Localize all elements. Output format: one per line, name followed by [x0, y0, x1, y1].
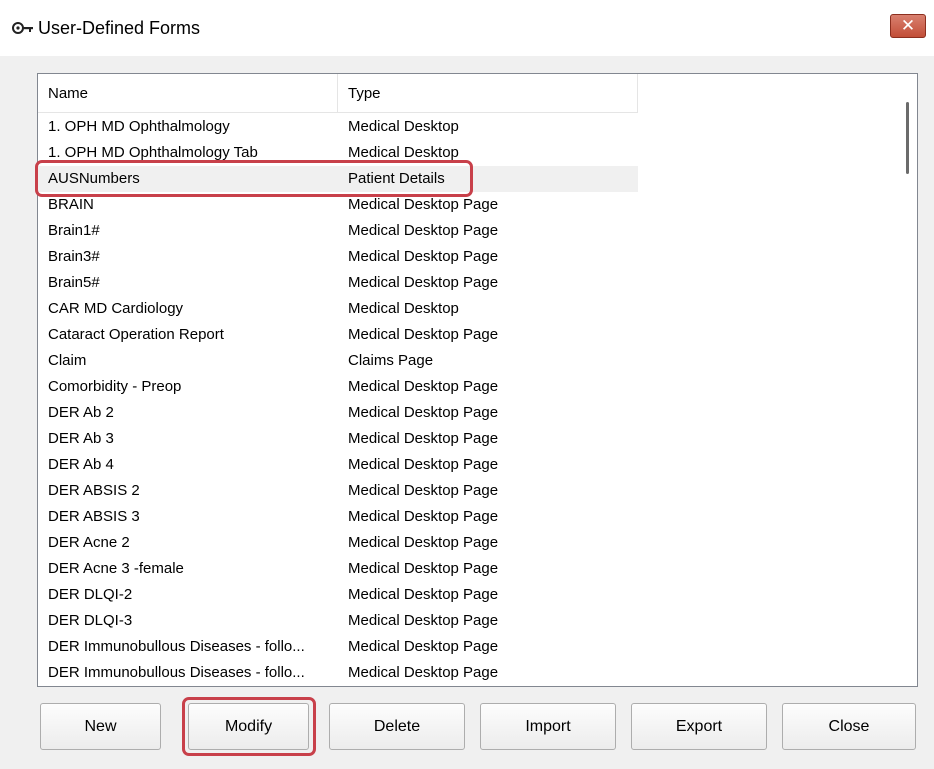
delete-button[interactable]: Delete: [329, 703, 465, 750]
row-name: Brain3#: [48, 248, 100, 265]
row-type: Medical Desktop Page: [348, 586, 499, 603]
row-type: Claims Page: [348, 352, 434, 369]
row-type: Medical Desktop Page: [348, 508, 499, 525]
list-header: Name Type: [38, 74, 638, 113]
row-type: Medical Desktop Page: [348, 248, 499, 265]
table-row[interactable]: DER Immunobullous Diseases - follo... Med…: [38, 660, 638, 686]
close-button[interactable]: Close: [782, 703, 916, 750]
row-type: Medical Desktop Page: [348, 638, 499, 655]
row-name: DER Immunobullous Diseases - follo...: [48, 638, 305, 655]
row-type: Medical Desktop Page: [348, 456, 499, 473]
column-header-name[interactable]: Name: [38, 74, 338, 112]
row-name: DER Acne 2: [48, 534, 130, 551]
table-row[interactable]: AUSNumbers Patient Details: [38, 166, 638, 192]
title-bar[interactable]: User-Defined Forms ✕: [0, 0, 934, 56]
import-button[interactable]: Import: [480, 703, 616, 750]
row-type: Medical Desktop Page: [348, 326, 499, 343]
table-row[interactable]: Comorbidity - Preop Medical Desktop Page: [38, 374, 638, 400]
row-name: DER Acne 3 -female: [48, 560, 184, 577]
table-row[interactable]: Brain1# Medical Desktop Page: [38, 218, 638, 244]
new-button[interactable]: New: [40, 703, 161, 750]
row-name: Comorbidity - Preop: [48, 378, 182, 395]
row-type: Medical Desktop Page: [348, 482, 499, 499]
table-row[interactable]: 1. OPH MD Ophthalmology Medical Desktop: [38, 114, 638, 140]
table-row[interactable]: Brain5# Medical Desktop Page: [38, 270, 638, 296]
row-name: Brain1#: [48, 222, 100, 239]
table-row[interactable]: DER Ab 3 Medical Desktop Page: [38, 426, 638, 452]
table-row[interactable]: DER Ab 4 Medical Desktop Page: [38, 452, 638, 478]
row-type: Medical Desktop: [348, 300, 459, 317]
table-row[interactable]: 1. OPH MD Ophthalmology Tab Medical Deskt…: [38, 140, 638, 166]
table-row[interactable]: Brain3# Medical Desktop Page: [38, 244, 638, 270]
window-close-button[interactable]: ✕: [890, 14, 926, 38]
row-type: Medical Desktop Page: [348, 612, 499, 629]
row-name: Cataract Operation Report: [48, 326, 224, 343]
row-type: Medical Desktop Page: [348, 274, 499, 291]
table-row[interactable]: CAR MD Cardiology Medical Desktop: [38, 296, 638, 322]
user-defined-forms-dialog: User-Defined Forms ✕ Name Type 1. OPH MD…: [0, 0, 934, 769]
row-type: Medical Desktop Page: [348, 664, 499, 681]
row-type: Medical Desktop Page: [348, 222, 499, 239]
column-header-type[interactable]: Type: [338, 74, 638, 112]
export-button[interactable]: Export: [631, 703, 767, 750]
vertical-scrollbar[interactable]: [898, 74, 917, 686]
row-name: Claim: [48, 352, 87, 369]
close-icon: ✕: [900, 16, 916, 36]
row-name: CAR MD Cardiology: [48, 300, 184, 317]
row-type: Patient Details: [348, 170, 445, 187]
table-row[interactable]: DER Ab 2 Medical Desktop Page: [38, 400, 638, 426]
row-name: DER DLQI-3: [48, 612, 133, 629]
window-title: User-Defined Forms: [38, 18, 201, 38]
row-name: BRAIN: [48, 196, 94, 213]
row-name: DER DLQI-2: [48, 586, 133, 603]
scroll-thumb[interactable]: [906, 102, 909, 174]
row-type: Medical Desktop Page: [348, 378, 499, 395]
keys-icon: [12, 22, 33, 34]
row-type: Medical Desktop Page: [348, 196, 499, 213]
row-type: Medical Desktop: [348, 144, 459, 161]
table-row[interactable]: Claim Claims Page: [38, 348, 638, 374]
table-row[interactable]: DER Immunobullous Diseases - follo... Med…: [38, 634, 638, 660]
row-name: 1. OPH MD Ophthalmology Tab: [48, 144, 258, 161]
table-row[interactable]: DER DLQI-2 Medical Desktop Page: [38, 582, 638, 608]
table-row[interactable]: DER Acne 2 Medical Desktop Page: [38, 530, 638, 556]
table-row[interactable]: Cataract Operation Report Medical Desktop…: [38, 322, 638, 348]
table-row[interactable]: DER Acne 3 -female Medical Desktop Page: [38, 556, 638, 582]
row-name: DER ABSIS 2: [48, 482, 140, 499]
table-row[interactable]: DER DLQI-3 Medical Desktop Page: [38, 608, 638, 634]
row-type: Medical Desktop Page: [348, 534, 499, 551]
row-name: DER Ab 4: [48, 456, 114, 473]
row-name: 1. OPH MD Ophthalmology: [48, 118, 230, 135]
table-row[interactable]: BRAIN Medical Desktop Page: [38, 192, 638, 218]
table-row[interactable]: DER ABSIS 2 Medical Desktop Page: [38, 478, 638, 504]
row-type: Medical Desktop Page: [348, 404, 499, 421]
row-name: DER Immunobullous Diseases - follo...: [48, 664, 305, 681]
row-type: Medical Desktop Page: [348, 560, 499, 577]
row-type: Medical Desktop: [348, 118, 459, 135]
row-name: Brain5#: [48, 274, 100, 291]
row-name: DER ABSIS 3: [48, 508, 140, 525]
forms-list[interactable]: Name Type 1. OPH MD Ophthalmology Medical…: [37, 73, 918, 687]
row-type: Medical Desktop Page: [348, 430, 499, 447]
table-row[interactable]: DER ABSIS 3 Medical Desktop Page: [38, 504, 638, 530]
row-name: AUSNumbers: [48, 170, 140, 187]
row-name: DER Ab 3: [48, 430, 114, 447]
modify-button[interactable]: Modify: [188, 703, 309, 750]
row-name: DER Ab 2: [48, 404, 114, 421]
